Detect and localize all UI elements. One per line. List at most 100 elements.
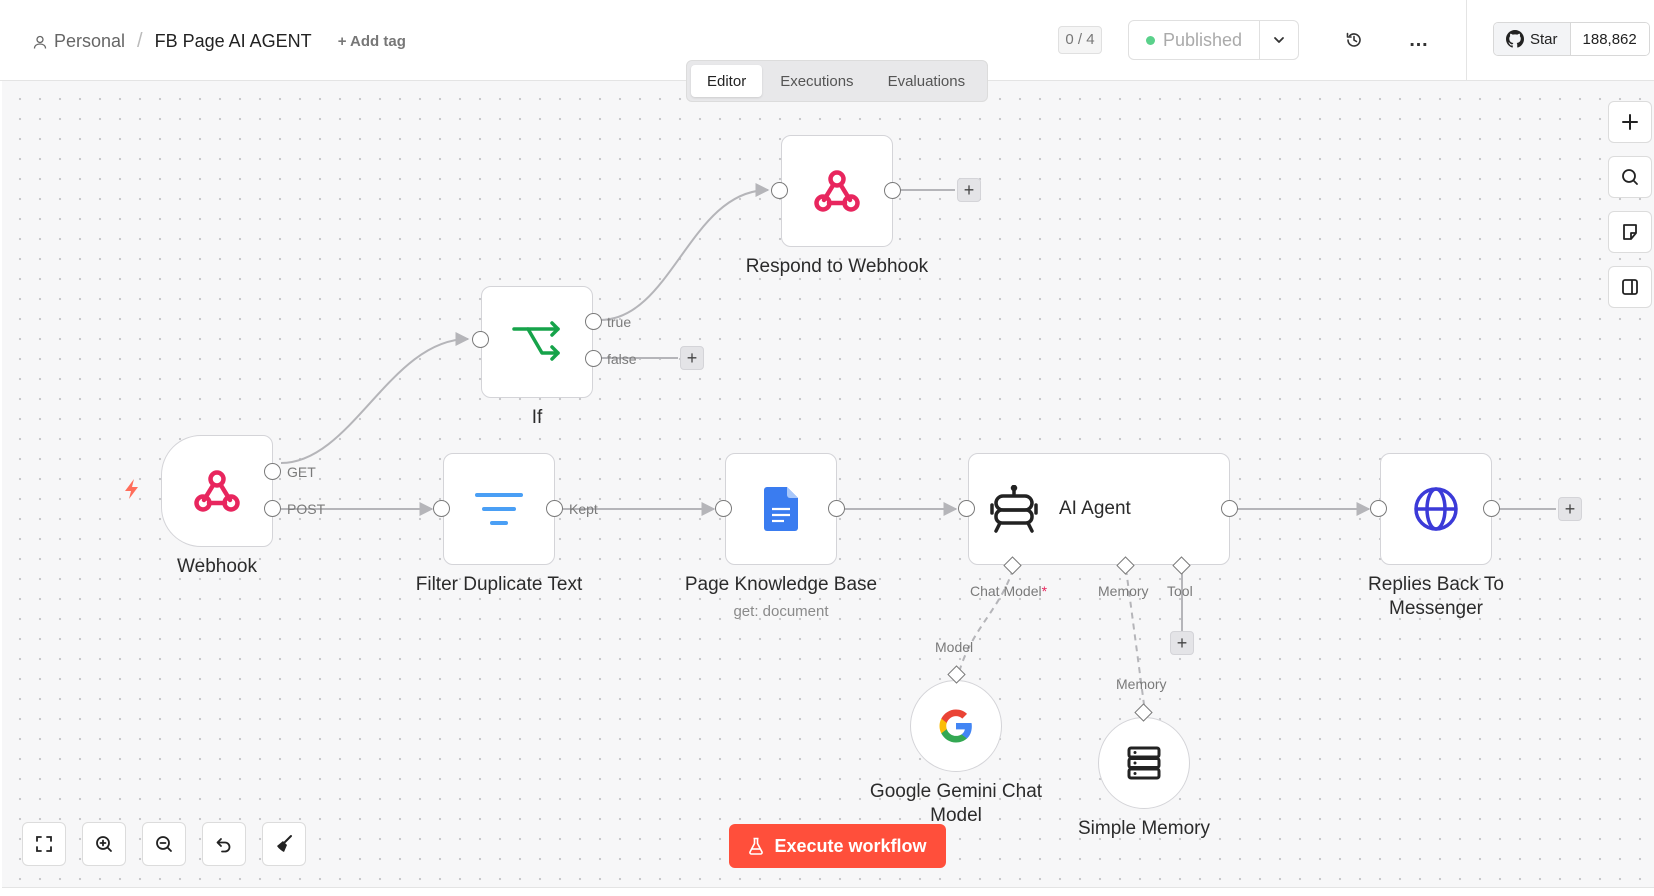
search-nodes-button[interactable] <box>1608 156 1652 198</box>
github-star-widget[interactable]: Star 188,862 <box>1493 22 1650 56</box>
robot-icon <box>990 485 1038 533</box>
zoom-out-icon <box>156 836 172 852</box>
replies-label-line2: Messenger <box>1389 598 1483 619</box>
node-webhook[interactable] <box>161 435 273 547</box>
google-icon <box>939 709 972 743</box>
gemini-label-line1: Google Gemini Chat <box>869 781 1043 802</box>
tab-evaluations[interactable]: Evaluations <box>872 65 982 97</box>
replies-label-line1: Replies Back To <box>1368 574 1504 595</box>
workflow-name[interactable]: FB Page AI AGENT <box>155 31 312 52</box>
respond-input-handle[interactable] <box>771 182 788 199</box>
zoom-in-button[interactable] <box>82 822 126 866</box>
execute-workflow-label: Execute workflow <box>774 835 927 856</box>
undo-icon <box>216 838 231 853</box>
header-divider <box>1466 0 1467 81</box>
replies-add-button[interactable]: + <box>1558 497 1582 521</box>
project-link[interactable]: Personal <box>32 31 125 52</box>
undo-button[interactable] <box>202 822 246 866</box>
knowledge-input-handle[interactable] <box>715 500 732 517</box>
breadcrumb: Personal / FB Page AI AGENT + Add tag <box>32 30 406 53</box>
agent-output-handle[interactable] <box>1221 500 1238 517</box>
replies-input-handle[interactable] <box>1370 500 1387 517</box>
if-output-false-handle[interactable] <box>585 350 602 367</box>
node-page-knowledge-base[interactable] <box>725 453 837 565</box>
execute-workflow-button[interactable]: Execute workflow <box>729 824 946 868</box>
sticky-note-icon <box>1623 224 1637 240</box>
flask-icon <box>749 837 764 855</box>
published-label: Published <box>1162 29 1243 50</box>
project-name: Personal <box>54 31 126 51</box>
fit-view-button[interactable] <box>22 822 66 866</box>
breadcrumb-separator: / <box>137 30 143 52</box>
globe-icon <box>1414 487 1458 531</box>
port-label-get: GET <box>287 464 316 480</box>
node-respond-to-webhook-label: Respond to Webhook <box>745 256 929 277</box>
port-label-memory: Memory <box>1098 583 1149 599</box>
node-filter-duplicate-text-label: Filter Duplicate Text <box>415 574 583 595</box>
node-google-gemini-chat-model[interactable] <box>910 680 1002 772</box>
knowledge-output-handle[interactable] <box>828 500 845 517</box>
broom-icon <box>277 835 292 852</box>
panel-icon <box>1622 279 1638 295</box>
port-label-model: Model <box>935 639 974 655</box>
view-tabs: Editor Executions Evaluations <box>686 60 988 102</box>
step-counter: 0 / 4 <box>1058 26 1102 54</box>
publish-dropdown-button[interactable] <box>1259 20 1299 60</box>
port-label-kept: Kept <box>569 501 598 517</box>
zoom-out-button[interactable] <box>142 822 186 866</box>
publish-button[interactable]: Published <box>1128 20 1260 60</box>
database-icon <box>1127 746 1161 780</box>
node-filter-duplicate-text[interactable] <box>443 453 555 565</box>
replies-output-handle[interactable] <box>1483 500 1500 517</box>
node-replies-back-to-messenger-label: Replies Back To Messenger <box>1326 573 1546 621</box>
history-icon <box>1346 32 1361 47</box>
trigger-bolt-icon <box>125 479 138 499</box>
tab-editor[interactable]: Editor <box>691 65 763 97</box>
github-star-label: Star <box>1530 30 1558 48</box>
plus-icon <box>1622 114 1638 130</box>
webhook-output-post-handle[interactable] <box>264 500 281 517</box>
github-star-button[interactable]: Star <box>1494 23 1571 55</box>
node-page-knowledge-base-subtitle: get: document <box>733 603 829 620</box>
history-button[interactable] <box>1340 26 1368 54</box>
webhook-output-get-handle[interactable] <box>264 463 281 480</box>
respond-add-button[interactable]: + <box>957 178 981 202</box>
node-if[interactable] <box>481 286 593 398</box>
node-simple-memory[interactable] <box>1098 717 1190 809</box>
github-star-count: 188,862 <box>1570 23 1649 55</box>
toggle-panel-button[interactable] <box>1608 266 1652 308</box>
if-false-add-button[interactable]: + <box>680 346 704 370</box>
add-node-button[interactable] <box>1608 101 1652 143</box>
node-google-gemini-chat-model-label: Google Gemini Chat Model <box>846 780 1066 828</box>
tab-executions[interactable]: Executions <box>764 65 869 97</box>
filter-output-kept-handle[interactable] <box>546 500 563 517</box>
add-tag-button[interactable]: + Add tag <box>338 33 406 50</box>
port-label-chat-model: Chat Model* <box>970 583 1047 599</box>
node-replies-back-to-messenger[interactable] <box>1380 453 1492 565</box>
chevron-down-icon <box>1274 37 1284 43</box>
fit-view-icon <box>36 836 52 852</box>
filter-input-handle[interactable] <box>433 500 450 517</box>
respond-output-handle[interactable] <box>884 182 901 199</box>
agent-input-handle[interactable] <box>958 500 975 517</box>
port-label-memory-in: Memory <box>1116 676 1167 692</box>
published-status-dot <box>1145 35 1155 45</box>
if-input-handle[interactable] <box>472 331 489 348</box>
google-docs-icon <box>764 487 798 531</box>
port-label-tool: Tool <box>1167 583 1193 599</box>
port-label-chat-model-text: Chat Model <box>970 583 1042 599</box>
node-page-knowledge-base-label: Page Knowledge Base <box>684 574 878 595</box>
port-label-true: true <box>607 314 632 330</box>
node-simple-memory-label: Simple Memory <box>1078 818 1210 839</box>
agent-tool-add-button[interactable]: + <box>1170 631 1194 655</box>
more-options-button[interactable]: … <box>1405 26 1433 54</box>
search-icon <box>1622 169 1638 185</box>
node-ai-agent[interactable]: AI Agent <box>968 453 1230 565</box>
webhook-icon <box>814 170 860 212</box>
node-respond-to-webhook[interactable] <box>781 135 893 247</box>
required-marker: * <box>1041 583 1048 599</box>
add-sticky-note-button[interactable] <box>1608 211 1652 253</box>
tidy-up-button[interactable] <box>262 822 306 866</box>
if-output-true-handle[interactable] <box>585 313 602 330</box>
node-webhook-label: Webhook <box>177 556 257 577</box>
